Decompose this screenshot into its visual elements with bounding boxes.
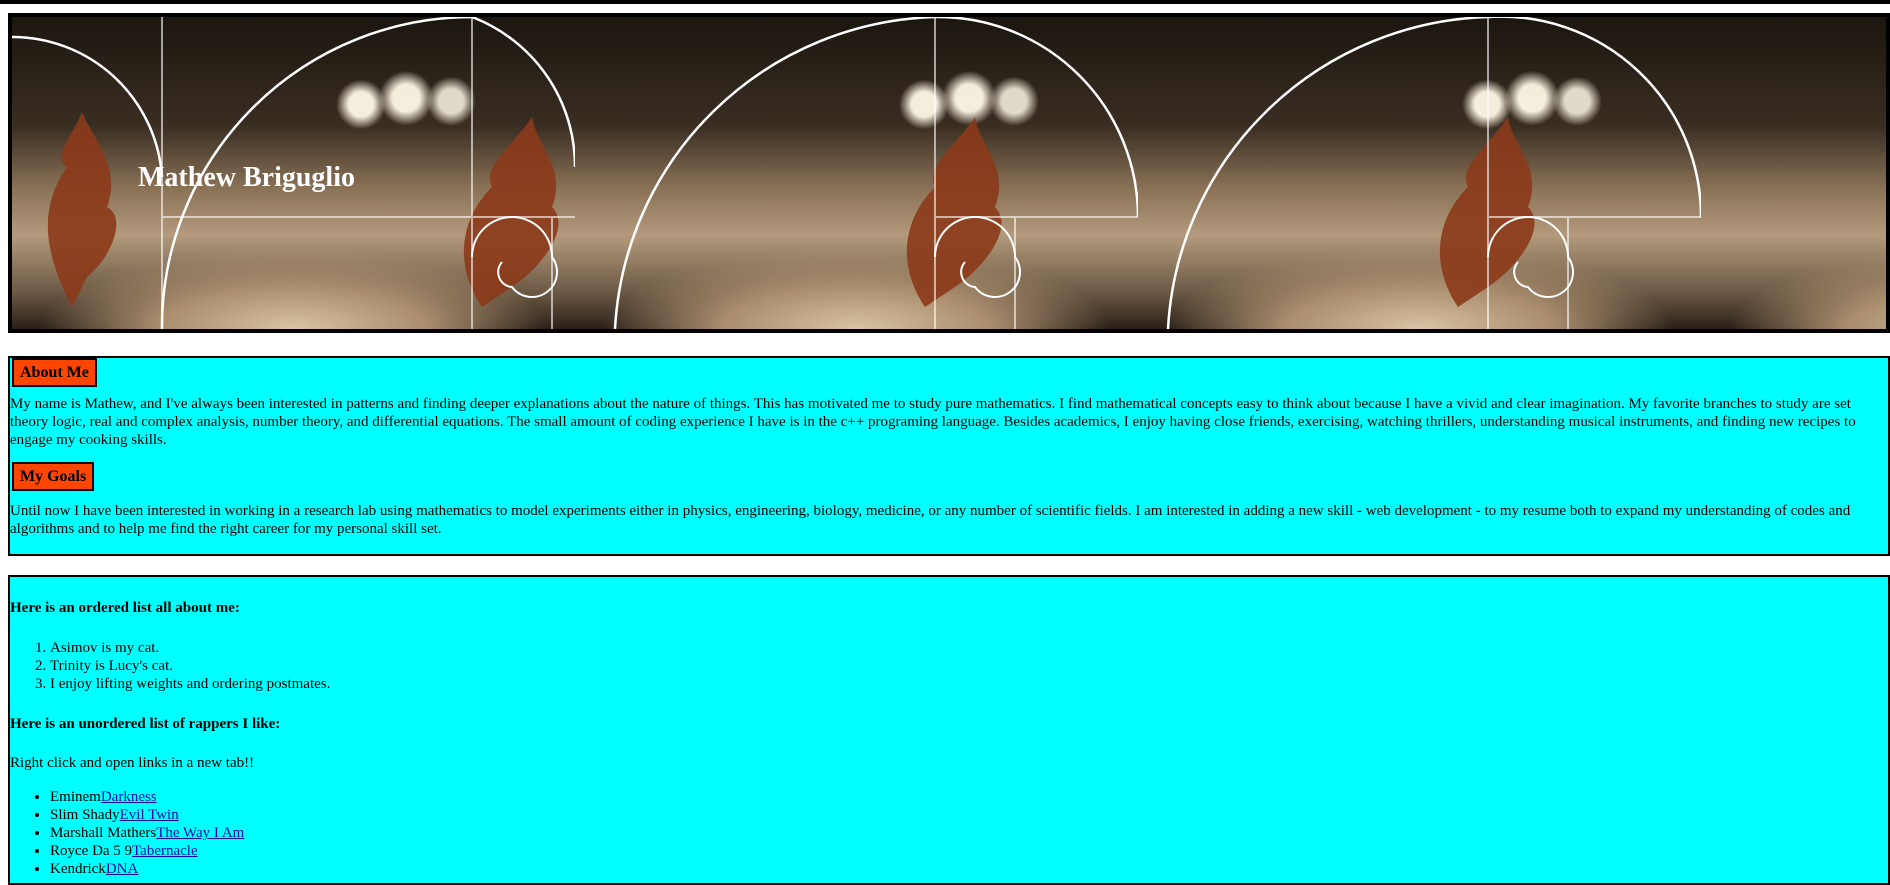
rapper-name: Marshall Mathers bbox=[50, 825, 157, 841]
page-title: Mathew Briguglio bbox=[138, 162, 355, 193]
leaf-spiral-image bbox=[613, 17, 1138, 329]
links-note: Right click and open links in a new tab!… bbox=[10, 755, 255, 771]
song-link[interactable]: The Way I Am bbox=[156, 825, 244, 841]
list-item: Asimov is my cat. bbox=[50, 639, 330, 657]
goals-heading: My Goals bbox=[12, 462, 95, 491]
lists-section: Here is an ordered list all about me: As… bbox=[8, 575, 1890, 885]
about-text: My name is Mathew, and I've always been … bbox=[10, 396, 1856, 448]
rapper-name: Kendrick bbox=[50, 861, 106, 877]
leaf-spiral-image bbox=[1166, 17, 1701, 329]
banner-image-tile bbox=[1138, 17, 1701, 329]
banner-image-tile bbox=[1701, 17, 1886, 329]
rapper-name: Royce Da 5 9 bbox=[50, 843, 133, 859]
song-link[interactable]: Darkness bbox=[101, 789, 157, 805]
rappers-list-label: Here is an unordered list of rappers I l… bbox=[10, 716, 281, 732]
song-link[interactable]: Evil Twin bbox=[120, 807, 179, 823]
song-link[interactable]: DNA bbox=[106, 861, 139, 877]
top-border bbox=[0, 0, 1890, 4]
song-link[interactable]: Tabernacle bbox=[132, 843, 198, 859]
rapper-name: Slim Shady bbox=[50, 807, 120, 823]
rappers-list: EminemDarkness Slim ShadyEvil Twin Marsh… bbox=[10, 788, 244, 878]
ordered-list: Asimov is my cat. Trinity is Lucy's cat.… bbox=[10, 639, 330, 693]
list-item: Trinity is Lucy's cat. bbox=[50, 657, 330, 675]
goals-text: Until now I have been interested in work… bbox=[10, 503, 1851, 537]
rapper-name: Eminem bbox=[50, 789, 101, 805]
list-item: Slim ShadyEvil Twin bbox=[50, 806, 244, 824]
list-item: Royce Da 5 9Tabernacle bbox=[50, 842, 244, 860]
ordered-list-label: Here is an ordered list all about me: bbox=[10, 600, 240, 616]
list-item: Marshall MathersThe Way I Am bbox=[50, 824, 244, 842]
banner-image-tile bbox=[575, 17, 1138, 329]
list-item: I enjoy lifting weights and ordering pos… bbox=[50, 675, 330, 693]
list-item: EminemDarkness bbox=[50, 788, 244, 806]
about-heading: About Me bbox=[12, 358, 97, 387]
header-banner: Mathew Briguglio bbox=[8, 13, 1890, 333]
list-item: KendrickDNA bbox=[50, 860, 244, 878]
about-section: About Me My name is Mathew, and I've alw… bbox=[8, 356, 1890, 556]
